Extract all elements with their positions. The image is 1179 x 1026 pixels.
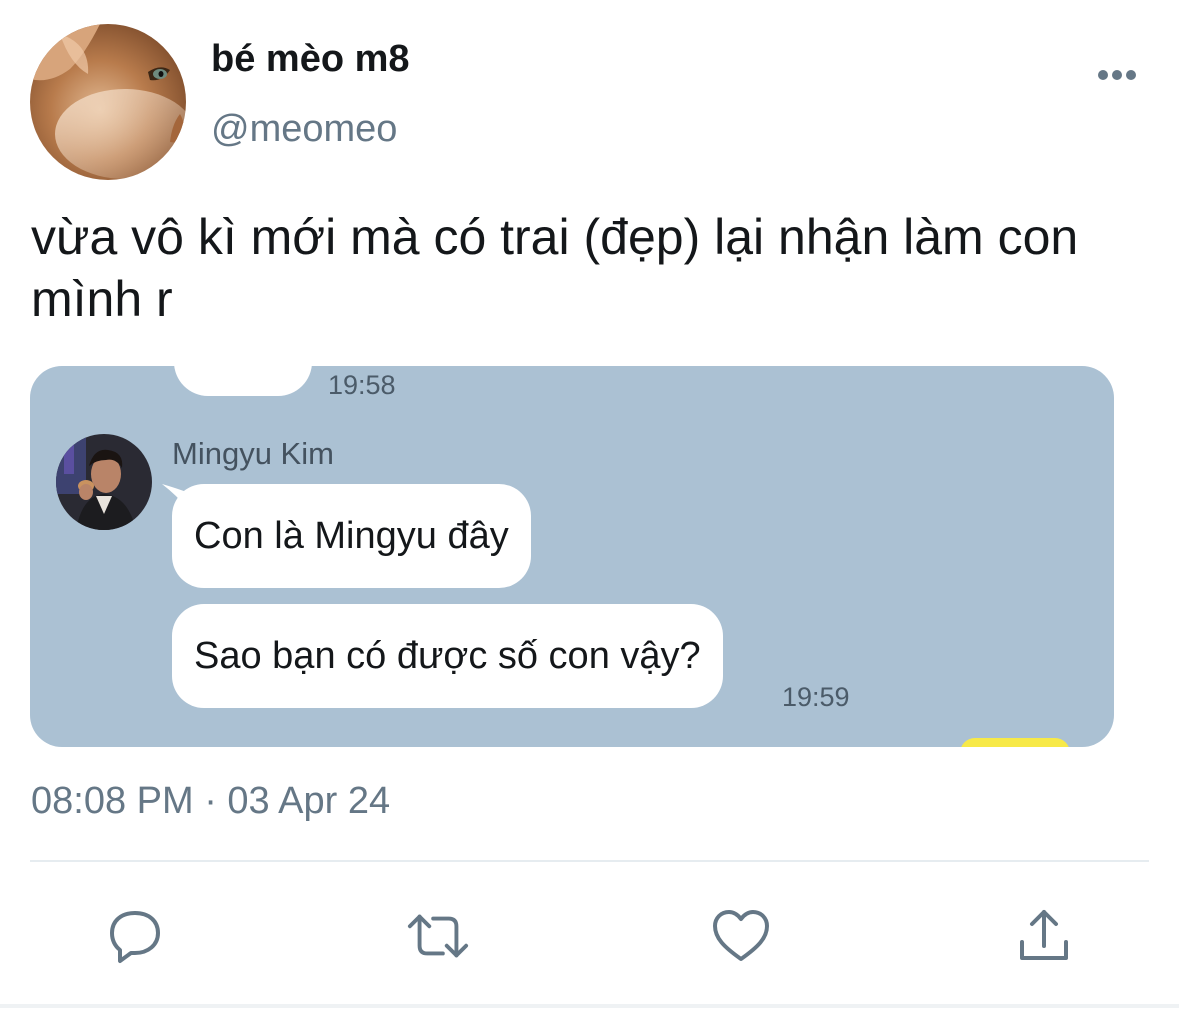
outgoing-message-bubble-peek (960, 738, 1070, 747)
more-dots-icon (1098, 70, 1136, 80)
message-bubble: Sao bạn có được số con vậy? (172, 604, 723, 708)
reply-icon (110, 911, 160, 963)
share-icon (1020, 910, 1068, 960)
previous-message-time: 19:58 (328, 370, 396, 400)
bottom-divider (0, 1004, 1179, 1008)
more-options-button[interactable] (1090, 58, 1144, 92)
tweet-timestamp[interactable]: 08:08 PM · 03 Apr 24 (31, 780, 390, 823)
previous-message-bubble (174, 366, 312, 396)
reply-button[interactable] (103, 904, 167, 968)
tweet-text: vừa vô kì mới mà có trai (đẹp) lại nhận … (31, 209, 1079, 327)
retweet-button[interactable] (406, 904, 470, 968)
author-display-name[interactable]: bé mèo m8 (211, 38, 410, 81)
author-avatar[interactable] (30, 24, 186, 180)
author-handle[interactable]: @meomeo (211, 108, 397, 151)
attached-chat-screenshot[interactable]: 19:58 Mingyu Kim Con là Mingyu đây Sao b… (30, 366, 1114, 747)
like-button[interactable] (709, 904, 773, 968)
share-button[interactable] (1012, 904, 1076, 968)
heart-icon (713, 910, 769, 961)
person-photo-avatar-icon (56, 434, 152, 530)
sender-name: Mingyu Kim (172, 436, 334, 471)
message-time: 19:59 (782, 682, 850, 712)
sender-avatar (56, 434, 152, 530)
divider (30, 860, 1149, 862)
message-bubble: Con là Mingyu đây (172, 484, 531, 588)
cat-photo-avatar-icon (30, 24, 186, 180)
retweet-icon (407, 914, 469, 958)
